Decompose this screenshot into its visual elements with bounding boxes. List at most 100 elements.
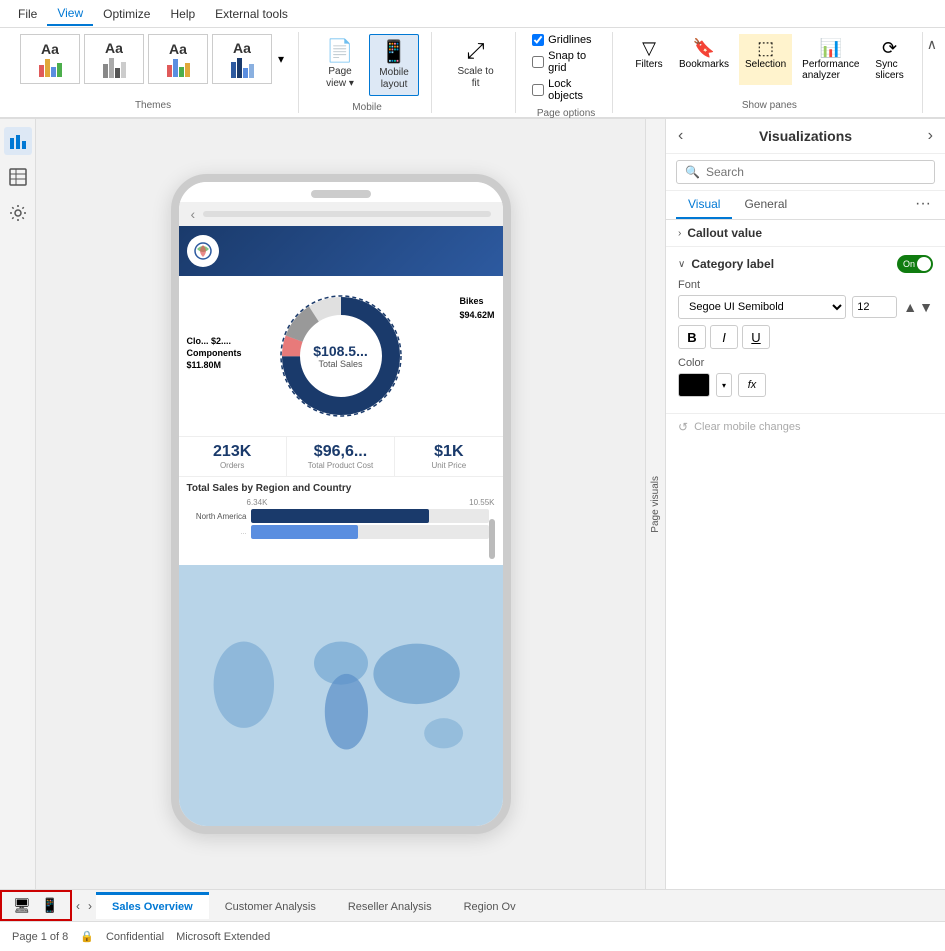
theme-item-2[interactable]: Aa [84,34,144,84]
scale-to-fit-label: Scale to fit [456,66,495,90]
toggle-knob [917,257,931,271]
viz-title: Visualizations [759,128,852,144]
page-tab-region-ov[interactable]: Region Ov [448,892,532,919]
left-table-icon[interactable] [4,163,32,191]
page-tab-reseller-analysis[interactable]: Reseller Analysis [332,892,448,919]
viz-search-box[interactable]: 🔍 [676,160,935,184]
mobile-icon: 📱 [380,39,407,65]
theme-bars-1 [39,59,62,77]
mobile-label: Mobilelayout [379,67,408,91]
selection-btn[interactable]: ⬚ Selection [739,34,792,85]
left-chart-icon[interactable] [4,127,32,155]
show-panes-label: Show panes [742,96,797,111]
sync-slicers-btn[interactable]: ⟳ Syncslicers [869,34,909,85]
menu-file[interactable]: File [8,3,47,25]
selection-label: Selection [745,59,786,70]
viz-back-arrow[interactable]: ‹ [678,127,683,145]
color-row: ▾ fx [678,373,933,397]
font-size-input[interactable] [852,296,897,318]
font-size-up[interactable]: ▲ [903,299,917,315]
tab-more-btn[interactable]: ··· [911,191,935,219]
theme-item-4[interactable]: Aa [212,34,272,84]
gridlines-input[interactable] [532,34,544,46]
phone-nav-back[interactable]: ‹ [191,206,196,222]
ribbon-collapse-btn[interactable]: ∧ [927,32,937,113]
bar-track-2 [251,525,489,539]
search-icon: 🔍 [685,165,700,179]
category-toggle[interactable]: On [897,255,933,273]
mobile-layout-btn[interactable]: 📱 Mobilelayout [369,34,419,96]
page-visuals-tab[interactable]: Page visuals [645,119,665,889]
bookmarks-icon: 🔖 [693,38,715,59]
color-label: Color [678,357,933,369]
snap-to-grid-checkbox[interactable]: Snap to grid [532,50,600,74]
theme-aa-1: Aa [41,41,59,57]
snap-to-grid-input[interactable] [532,56,544,68]
tab-visual[interactable]: Visual [676,191,732,219]
color-dropdown[interactable]: ▾ [716,373,732,397]
theme-bars-2 [103,58,126,78]
page-options-label: Page options [537,104,595,119]
theme-item-1[interactable]: Aa [20,34,80,84]
menu-external-tools[interactable]: External tools [205,3,298,25]
scale-to-fit-btn[interactable]: ⤢ Scale to fit [448,34,503,94]
theme-aa-3: Aa [169,41,187,57]
filters-icon: ▽ [642,38,656,59]
filters-btn[interactable]: ▽ Filters [629,34,669,85]
theme-aa-2: Aa [105,40,123,56]
category-expand-icon: ∨ [678,259,685,270]
scale-icon: ⤢ [467,38,485,64]
tab-general[interactable]: General [732,191,799,219]
themes-dropdown-arrow[interactable]: ▾ [276,50,286,68]
lock-objects-input[interactable] [532,84,544,96]
underline-btn[interactable]: U [742,325,770,349]
italic-btn[interactable]: I [710,325,738,349]
font-label: Font [678,279,933,291]
legend-bikes: Bikes [459,296,494,306]
menu-optimize[interactable]: Optimize [93,3,160,25]
phone-mockup: ‹ Clo... $2.... Components [171,174,511,834]
themes-label: Themes [135,96,171,111]
page-nav-forward[interactable]: › [84,899,96,913]
category-section-title: Category label [691,257,891,271]
bar-scrollbar[interactable] [489,519,495,559]
bar-axis: 6.34K 10.55K [187,498,495,507]
menu-view[interactable]: View [47,2,93,26]
color-swatch[interactable] [678,373,710,397]
viz-expand-arrow[interactable]: › [928,127,933,145]
clear-mobile-label: Clear mobile changes [694,421,800,433]
font-family-select[interactable]: Segoe UI Semibold [678,295,846,319]
sync-slicers-icon: ⟳ [882,38,897,59]
page-tab-sales-overview[interactable]: Sales Overview [96,892,209,919]
desktop-view-btn[interactable]: 🖥 [10,894,34,918]
mobile-view-btn[interactable]: 📱 [38,894,62,918]
bold-btn[interactable]: B [678,325,706,349]
left-settings-icon[interactable] [4,199,32,227]
bookmarks-btn[interactable]: 🔖 Bookmarks [673,34,735,85]
callout-section-header[interactable]: › Callout value [678,226,933,240]
selection-icon: ⬚ [757,38,774,59]
search-input[interactable] [706,165,926,179]
font-size-down[interactable]: ▼ [919,299,933,315]
page-view-btn[interactable]: 📄 Pageview ▾ [315,34,365,94]
format-btns: B I U [678,325,933,349]
category-section-header[interactable]: ∨ Category label On [678,255,933,273]
gridlines-checkbox[interactable]: Gridlines [532,34,600,46]
page-nav-back[interactable]: ‹ [72,899,84,913]
fx-btn[interactable]: fx [738,373,766,397]
performance-icon: 📊 [820,38,842,59]
theme-bars-3 [167,59,190,77]
kpi-orders-value: 213K [183,443,282,461]
donut-legend-left: Clo... $2.... Components $11.80M [187,336,242,372]
bar-fill-2 [251,525,358,539]
lock-objects-checkbox[interactable]: Lock objects [532,78,600,102]
performance-analyzer-btn[interactable]: 📊 Performanceanalyzer [796,34,865,85]
phone-notch-area [179,182,503,202]
filters-label: Filters [635,59,662,70]
theme-item-3[interactable]: Aa [148,34,208,84]
underline-label: U [751,330,760,345]
kpi-cost: $96,6... Total Product Cost [287,437,395,476]
page-tab-customer-analysis[interactable]: Customer Analysis [209,892,332,919]
bar-north-america-label: North America [187,512,247,521]
menu-help[interactable]: Help [160,3,205,25]
